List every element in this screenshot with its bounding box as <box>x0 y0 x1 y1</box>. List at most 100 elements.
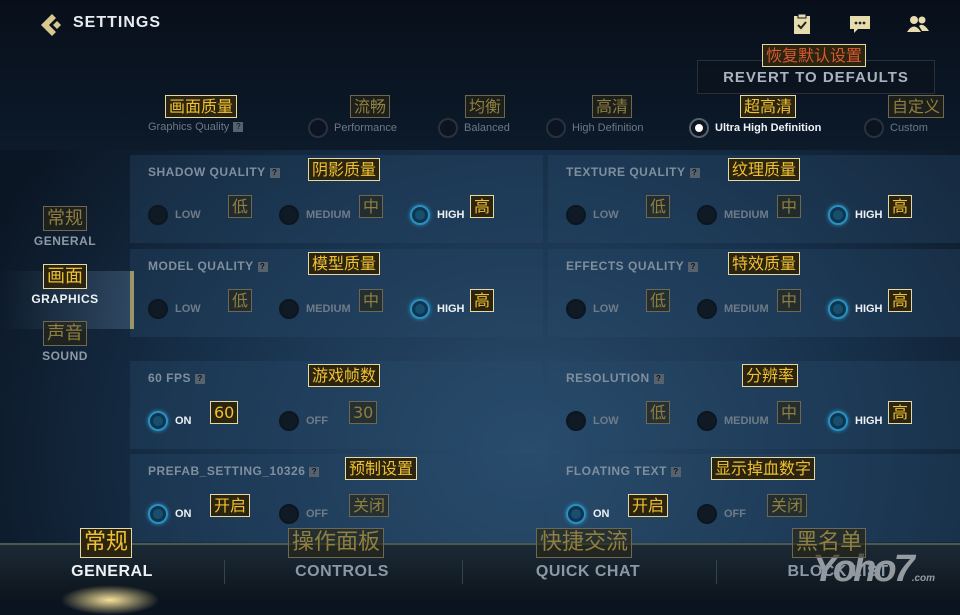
tab-controls[interactable]: CONTROLS <box>242 563 442 581</box>
annotation-option: 中 <box>777 289 802 312</box>
help-icon[interactable]: ? <box>257 261 268 272</box>
annotation-option: 高 <box>888 401 913 424</box>
help-icon[interactable]: ? <box>670 466 681 477</box>
annotation-tab: 操作面板 <box>288 528 385 558</box>
option-label: ON <box>175 415 192 427</box>
radio-button[interactable] <box>279 411 299 431</box>
sidebar-item-graphics[interactable]: 画面 GRAPHICS <box>0 264 130 306</box>
radio-button[interactable] <box>828 411 848 431</box>
sidebar-item-general[interactable]: 常规 GENERAL <box>0 206 130 248</box>
radio-button[interactable] <box>828 205 848 225</box>
radio-button[interactable] <box>148 504 168 524</box>
option-high[interactable]: HIGH <box>410 299 465 319</box>
annotation-option: 低 <box>646 195 671 218</box>
clipboard-check-icon[interactable] <box>791 13 813 35</box>
help-icon[interactable]: ? <box>688 261 699 272</box>
radio-button[interactable] <box>279 205 299 225</box>
radio-button[interactable] <box>148 205 168 225</box>
setting-title: SHADOW QUALITY? <box>148 165 280 179</box>
radio-button[interactable] <box>148 411 168 431</box>
option-low[interactable]: LOW <box>566 205 619 225</box>
option-off[interactable]: OFF <box>279 411 328 431</box>
option-label: LOW <box>593 209 619 221</box>
option-medium[interactable]: MEDIUM <box>279 205 351 225</box>
help-icon[interactable]: ? <box>689 167 700 178</box>
option-medium[interactable]: MEDIUM <box>697 299 769 319</box>
annotation-option: 低 <box>228 289 253 312</box>
setting-title: 60 FPS? <box>148 371 206 385</box>
radio-button[interactable] <box>566 504 586 524</box>
radio-button[interactable] <box>279 504 299 524</box>
back-arrow-icon[interactable] <box>38 12 64 38</box>
radio-button[interactable] <box>828 299 848 319</box>
chat-icon[interactable] <box>849 13 871 35</box>
preset-option-custom[interactable]: Custom <box>864 118 928 138</box>
option-medium[interactable]: MEDIUM <box>697 205 769 225</box>
option-label: LOW <box>175 209 201 221</box>
option-on[interactable]: ON <box>148 504 192 524</box>
radio-button[interactable] <box>410 299 430 319</box>
option-label: ON <box>593 508 610 520</box>
option-off[interactable]: OFF <box>279 504 328 524</box>
radio-button[interactable] <box>689 118 709 138</box>
graphics-quality-text: Graphics Quality <box>148 121 230 133</box>
annotation-tab: 黑名单 <box>792 528 867 558</box>
help-icon[interactable]: ? <box>653 373 664 384</box>
setting-title-text: PREFAB_SETTING_10326 <box>148 464 306 478</box>
friends-icon[interactable] <box>907 13 929 35</box>
setting-title-text: TEXTURE QUALITY <box>566 165 686 179</box>
radio-button[interactable] <box>148 299 168 319</box>
page-title: SETTINGS <box>73 14 162 31</box>
radio-button[interactable] <box>697 299 717 319</box>
setting-title: PREFAB_SETTING_10326? <box>148 464 320 478</box>
option-label: MEDIUM <box>306 303 351 315</box>
radio-button[interactable] <box>438 118 458 138</box>
option-high[interactable]: HIGH <box>828 411 883 431</box>
option-low[interactable]: LOW <box>566 411 619 431</box>
sidebar-item-sound[interactable]: 声音 SOUND <box>0 321 130 363</box>
option-high[interactable]: HIGH <box>410 205 465 225</box>
option-high[interactable]: HIGH <box>828 205 883 225</box>
radio-button[interactable] <box>864 118 884 138</box>
preset-option-high-definition[interactable]: High Definition <box>546 118 644 138</box>
option-on[interactable]: ON <box>148 411 192 431</box>
option-medium[interactable]: MEDIUM <box>697 411 769 431</box>
annotation-option: 中 <box>777 401 802 424</box>
radio-button[interactable] <box>308 118 328 138</box>
preset-option-balanced[interactable]: Balanced <box>438 118 510 138</box>
help-icon[interactable]: ? <box>269 167 280 178</box>
radio-button[interactable] <box>566 299 586 319</box>
setting-title: MODEL QUALITY? <box>148 259 268 273</box>
help-icon[interactable]: ? <box>195 373 206 384</box>
annotation-option: 关闭 <box>349 494 390 517</box>
radio-button[interactable] <box>410 205 430 225</box>
option-medium[interactable]: MEDIUM <box>279 299 351 319</box>
tab-quick-chat[interactable]: QUICK CHAT <box>488 563 688 581</box>
option-on[interactable]: ON <box>566 504 610 524</box>
radio-button[interactable] <box>697 504 717 524</box>
preset-option-ultra-high-definition[interactable]: Ultra High Definition <box>689 118 821 138</box>
radio-button[interactable] <box>546 118 566 138</box>
option-low[interactable]: LOW <box>148 299 201 319</box>
preset-option-performance[interactable]: Performance <box>308 118 397 138</box>
option-low[interactable]: LOW <box>148 205 201 225</box>
help-icon[interactable]: ? <box>309 466 320 477</box>
option-high[interactable]: HIGH <box>828 299 883 319</box>
help-icon[interactable]: ? <box>233 122 244 133</box>
preset-label: Ultra High Definition <box>715 122 822 134</box>
tab-divider <box>716 560 717 584</box>
radio-button[interactable] <box>566 205 586 225</box>
option-off[interactable]: OFF <box>697 504 746 524</box>
radio-button[interactable] <box>697 411 717 431</box>
annotation-option: 中 <box>359 195 384 218</box>
option-low[interactable]: LOW <box>566 299 619 319</box>
radio-button[interactable] <box>566 411 586 431</box>
radio-button[interactable] <box>697 205 717 225</box>
annotation-option: 60 <box>210 401 239 424</box>
radio-button[interactable] <box>279 299 299 319</box>
annotation-preset: 流畅 <box>350 95 391 118</box>
tab-block-list[interactable]: BLOCK LIST <box>738 563 938 581</box>
selected-tab-glow <box>60 585 160 615</box>
setting-title-text: 60 FPS <box>148 371 192 385</box>
tab-general[interactable]: GENERAL <box>12 563 212 581</box>
